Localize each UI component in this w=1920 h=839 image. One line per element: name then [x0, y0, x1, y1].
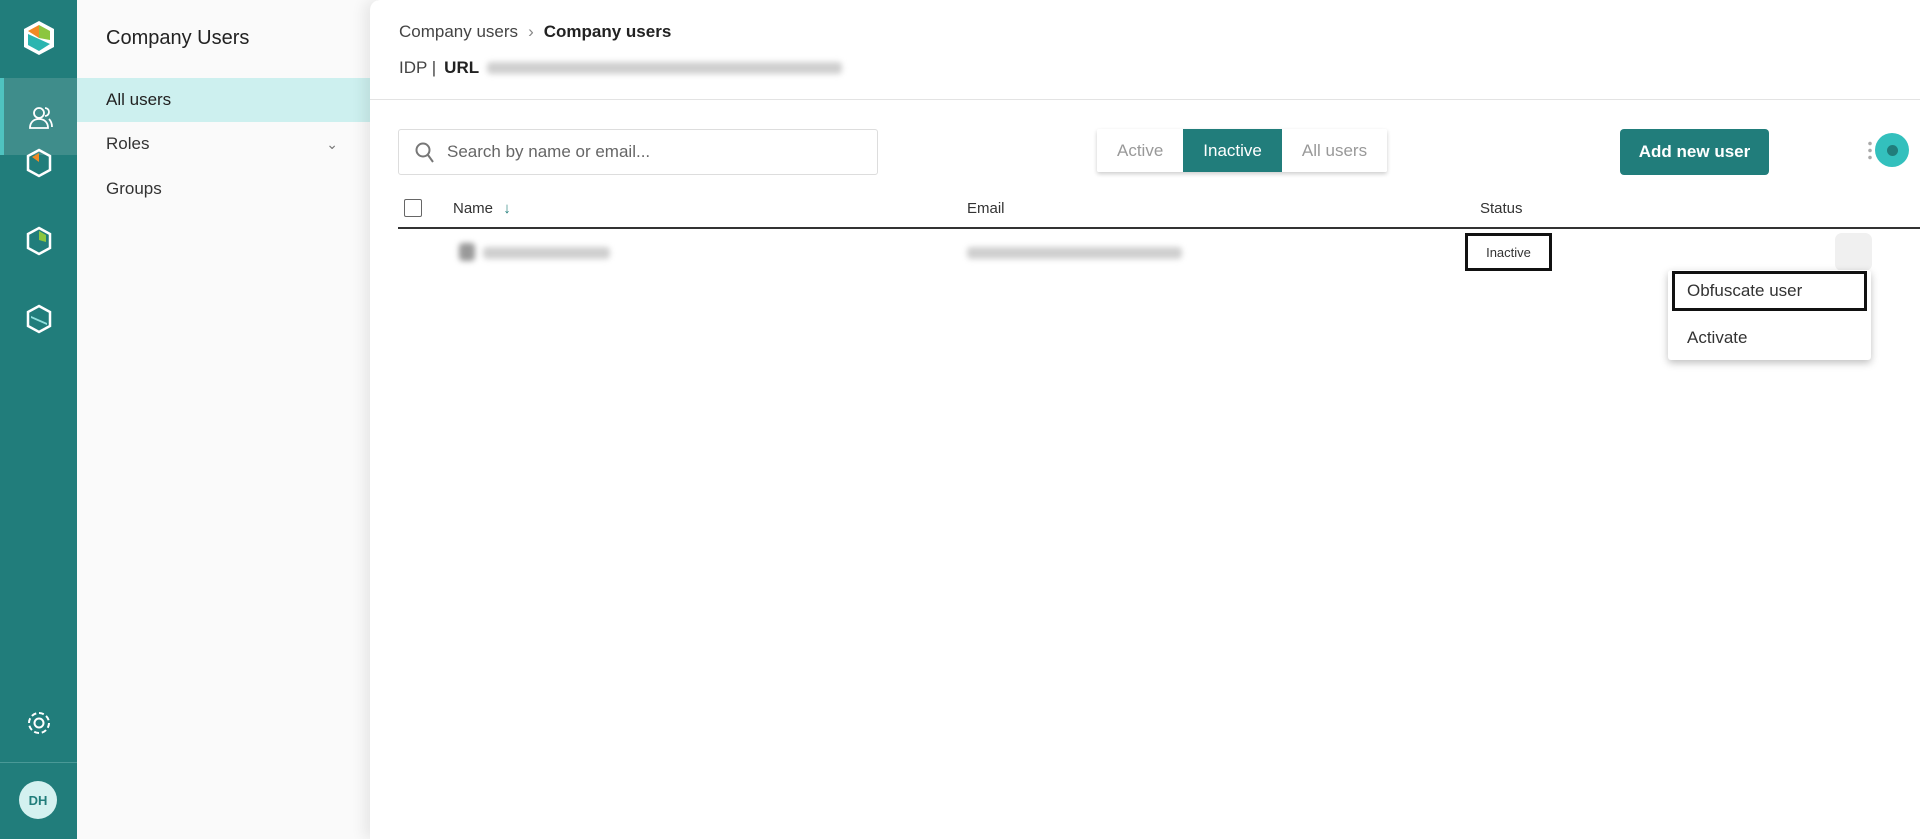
status-filter: Active Inactive All users [1097, 129, 1388, 172]
logo-icon[interactable] [22, 20, 56, 56]
idp-label: IDP | [399, 58, 437, 77]
drag-handle-icon[interactable] [1868, 140, 1872, 160]
menu-item-obfuscate-user[interactable]: Obfuscate user [1672, 271, 1867, 311]
breadcrumb: Company users › Company users [399, 22, 671, 42]
column-name[interactable]: Name ↓ [453, 200, 511, 217]
search-placeholder: Search by name or email... [447, 142, 651, 161]
user-email-redacted [967, 247, 1182, 259]
url-label: URL [444, 58, 480, 77]
select-all-checkbox[interactable] [404, 199, 422, 217]
rail-product-b[interactable] [0, 202, 77, 279]
sidebar-item-label: All users [106, 90, 172, 109]
user-avatar-redacted [459, 243, 475, 261]
sidebar-item-label: Groups [106, 179, 162, 198]
chevron-right-icon: › [528, 22, 534, 41]
rail-settings[interactable] [0, 684, 77, 761]
product-c-icon [26, 304, 51, 333]
menu-item-activate[interactable]: Activate [1672, 318, 1867, 358]
main-panel: Company users › Company users IDP | URL … [370, 0, 1920, 839]
user-name-redacted [483, 247, 610, 259]
filter-inactive[interactable]: Inactive [1183, 129, 1282, 172]
sidebar-item-all-users[interactable]: All users [77, 78, 370, 122]
filter-all-users[interactable]: All users [1281, 129, 1388, 172]
add-new-user-button[interactable]: Add new user [1620, 129, 1769, 175]
rail-product-a[interactable] [0, 124, 77, 201]
column-name-label: Name [453, 200, 494, 217]
product-a-icon [26, 148, 51, 177]
avatar[interactable]: DH [19, 781, 57, 819]
search-input[interactable]: Search by name or email... [398, 129, 878, 175]
chevron-down-icon: ⌄ [326, 135, 338, 152]
sidebar-item-label: Roles [106, 134, 150, 153]
rail-divider [0, 762, 77, 763]
sidebar-title: Company Users [106, 27, 250, 49]
column-email: Email [967, 200, 1005, 217]
search-icon [415, 142, 434, 163]
product-b-icon [26, 226, 51, 255]
row-actions-button[interactable] [1835, 233, 1872, 271]
sidebar-item-roles[interactable]: Roles ⌄ [77, 122, 370, 166]
secondary-sidebar: Company Users All users Roles ⌄ Groups [77, 0, 377, 839]
breadcrumb-current: Company users [543, 22, 672, 41]
settings-icon [27, 711, 50, 734]
header-divider [370, 99, 1920, 100]
rail-product-c[interactable] [0, 280, 77, 357]
app-rail: DH [0, 0, 77, 839]
row-actions-menu: Obfuscate user Activate [1668, 270, 1871, 360]
table-header-divider [398, 227, 1920, 229]
url-value-redacted [487, 62, 843, 74]
breadcrumb-parent[interactable]: Company users [399, 22, 518, 42]
column-status: Status [1480, 200, 1523, 217]
status-badge: Inactive [1465, 233, 1552, 271]
sort-down-icon: ↓ [503, 200, 511, 217]
sidebar-item-groups[interactable]: Groups [77, 167, 370, 211]
filter-active[interactable]: Active [1097, 129, 1184, 172]
idp-info: IDP | URL [399, 58, 843, 78]
floating-help-button[interactable] [1875, 133, 1909, 167]
